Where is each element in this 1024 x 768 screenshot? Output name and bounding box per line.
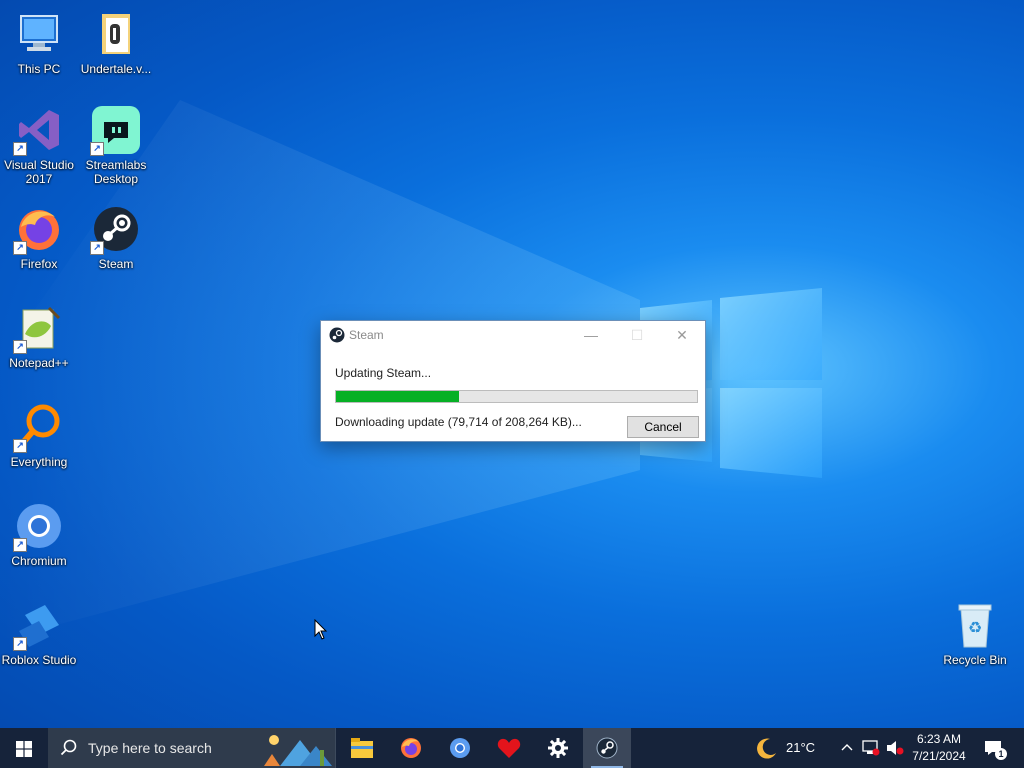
taskbar-settings[interactable] xyxy=(534,728,582,768)
dialog-title: Steam xyxy=(349,328,384,342)
weather-temperature: 21°C xyxy=(786,740,816,755)
chromium-icon: ↗ xyxy=(13,502,63,552)
progress-fill xyxy=(336,391,459,402)
desktop-icon-label: Steam xyxy=(98,257,134,271)
streamlabs-icon: ↗ xyxy=(90,106,140,156)
this-pc-icon xyxy=(15,10,63,58)
desktop-icon-label: This PC xyxy=(17,62,61,76)
visual-studio-icon: ↗ xyxy=(13,106,63,156)
shortcut-arrow-icon: ↗ xyxy=(90,142,104,156)
start-button[interactable] xyxy=(0,728,48,768)
desktop-icon-label: Everything xyxy=(10,455,68,469)
notification-badge: 1 xyxy=(995,748,1007,760)
desktop-icon-streamlabs[interactable]: ↗ Streamlabs Desktop xyxy=(78,106,154,186)
show-hidden-icons-button[interactable] xyxy=(836,728,858,768)
dialog-titlebar[interactable]: Steam — ☐ ✕ xyxy=(321,321,705,349)
desktop-icon-label: Recycle Bin xyxy=(943,653,1007,667)
desktop-icon-label: Roblox Studio xyxy=(1,653,77,667)
search-placeholder: Type here to search xyxy=(88,740,212,756)
chevron-up-icon xyxy=(841,744,853,751)
moon-icon xyxy=(757,738,776,759)
update-progress-bar xyxy=(335,390,698,403)
steam-update-dialog: Steam — ☐ ✕ Updating Steam... Downloadin… xyxy=(320,320,706,442)
notification-center-button[interactable]: 1 xyxy=(978,728,1024,768)
desktop-icon-label: Undertale.v... xyxy=(80,62,152,76)
roblox-studio-icon: ↗ xyxy=(13,601,63,651)
desktop-icon-label: Visual Studio 2017 xyxy=(4,158,74,186)
steam-icon xyxy=(596,737,618,759)
mouse-cursor-icon xyxy=(314,619,328,640)
firefox-icon: ↗ xyxy=(13,205,63,255)
desktop-icon-steam[interactable]: ↗ Steam xyxy=(78,205,154,271)
desktop-icon-label: Chromium xyxy=(11,554,67,568)
shortcut-arrow-icon: ↗ xyxy=(13,439,27,453)
file-explorer-icon xyxy=(351,738,373,758)
volume-button[interactable] xyxy=(884,728,906,768)
taskbar-clock[interactable]: 6:23 AM 7/21/2024 xyxy=(904,731,974,765)
update-message: Updating Steam... xyxy=(335,366,432,380)
taskbar-chromium[interactable] xyxy=(436,728,484,768)
desktop-icon-label: Firefox xyxy=(20,257,58,271)
desktop-icon-roblox-studio[interactable]: ↗ Roblox Studio xyxy=(1,601,77,667)
desktop-icon-recycle-bin[interactable]: ♻ Recycle Bin xyxy=(937,601,1013,667)
shortcut-arrow-icon: ↗ xyxy=(13,637,27,651)
shortcut-arrow-icon: ↗ xyxy=(13,538,27,552)
clock-time: 6:23 AM xyxy=(916,732,962,746)
shortcut-arrow-icon: ↗ xyxy=(13,142,27,156)
notepad-plus-plus-icon: ↗ xyxy=(13,304,63,354)
svg-text:♻: ♻ xyxy=(968,618,982,637)
desktop-icon-visual-studio[interactable]: ↗ Visual Studio 2017 xyxy=(1,106,77,186)
network-button[interactable] xyxy=(860,728,882,768)
taskbar-search-box[interactable]: Type here to search xyxy=(48,728,336,768)
network-disconnected-icon xyxy=(862,740,880,756)
close-button[interactable]: ✕ xyxy=(659,321,705,349)
taskbar: Type here to search 21°C 6:23 AM 7/21/20… xyxy=(0,728,1024,768)
steam-icon: ↗ xyxy=(90,205,140,255)
firefox-icon xyxy=(401,738,421,758)
maximize-button: ☐ xyxy=(630,327,644,343)
desktop-icon-label: Streamlabs Desktop xyxy=(85,158,147,186)
shortcut-arrow-icon: ↗ xyxy=(13,241,27,255)
recycle-bin-icon: ♻ xyxy=(951,601,999,649)
settings-gear-icon xyxy=(548,738,568,758)
desktop-icon-undertale[interactable]: Undertale.v... xyxy=(78,10,154,76)
windows-logo-icon xyxy=(16,741,32,757)
desktop-icon-firefox[interactable]: ↗ Firefox xyxy=(1,205,77,271)
desktop-icon-chromium[interactable]: ↗ Chromium xyxy=(1,502,77,568)
shortcut-arrow-icon: ↗ xyxy=(13,340,27,354)
desktop-icon-notepad-plus-plus[interactable]: ↗ Notepad++ xyxy=(1,304,77,370)
volume-muted-icon xyxy=(887,741,904,755)
search-highlight-art-icon xyxy=(264,735,332,766)
desktop-icon-this-pc[interactable]: This PC xyxy=(1,10,77,76)
steam-icon xyxy=(329,327,345,343)
everything-search-icon: ↗ xyxy=(13,403,63,453)
chromium-icon xyxy=(450,738,470,758)
search-icon xyxy=(60,739,77,756)
folder-icon xyxy=(92,10,140,58)
heart-app-icon xyxy=(497,738,521,758)
taskbar-heart-app[interactable] xyxy=(485,728,533,768)
desktop-icon-label: Notepad++ xyxy=(9,356,69,370)
clock-date: 7/21/2024 xyxy=(912,749,966,763)
weather-widget[interactable]: 21°C xyxy=(752,728,824,768)
taskbar-steam[interactable] xyxy=(583,728,631,768)
taskbar-firefox[interactable] xyxy=(387,728,435,768)
download-status: Downloading update (79,714 of 208,264 KB… xyxy=(335,415,582,429)
taskbar-file-explorer[interactable] xyxy=(338,728,386,768)
cancel-button[interactable]: Cancel xyxy=(627,416,699,438)
desktop-icon-everything[interactable]: ↗ Everything xyxy=(1,403,77,469)
minimize-button[interactable]: — xyxy=(568,321,614,349)
shortcut-arrow-icon: ↗ xyxy=(90,241,104,255)
